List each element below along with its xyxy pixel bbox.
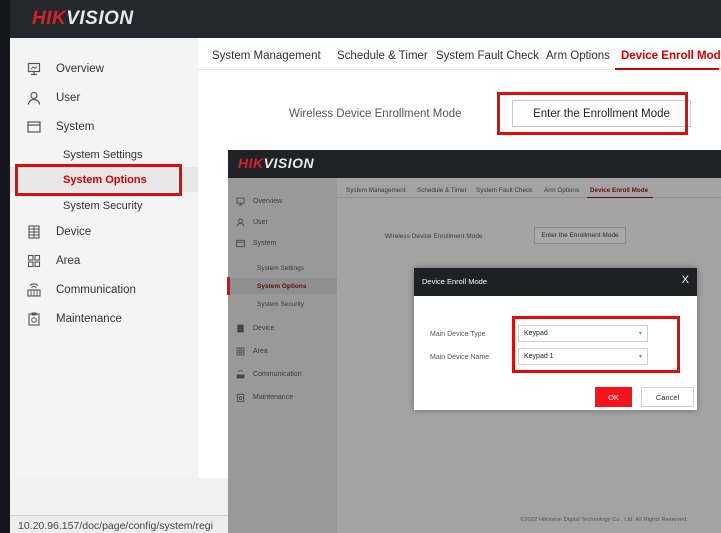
overlay-tab-system-management[interactable]: System Management [346, 187, 406, 194]
enrollment-mode-label: Wireless Device Enrollment Mode [289, 108, 462, 120]
sidebar-item-user[interactable]: User [10, 85, 198, 111]
monitor-icon [27, 62, 41, 76]
sidebar-item-label: System [253, 239, 277, 247]
device-grid-icon [27, 225, 41, 239]
overlay-enter-enrollment-mode-button[interactable]: Enter the Enrollment Mode [534, 227, 626, 244]
overlay-subitem-system-settings[interactable]: System Settings [228, 260, 337, 276]
sidebar-item-area[interactable]: Area [10, 248, 198, 274]
overlay-sidebar: Overview User System System Settings Sys… [228, 178, 337, 533]
dialog-title: Device Enroll Mode [422, 277, 488, 286]
sidebar-item-label: Device [253, 324, 275, 332]
sidebar-item-label: Area [253, 347, 268, 355]
overlay-tab-device-enroll-mode[interactable]: Device Enroll Mode [590, 187, 648, 194]
sidebar-item-label: Device [56, 226, 92, 238]
sidebar-item-label: User [56, 92, 81, 104]
main-device-type-select[interactable]: Keypad ▾ [518, 325, 648, 342]
network-icon [27, 283, 41, 297]
monitor-icon [236, 197, 245, 206]
sidebar-item-system[interactable]: System [10, 114, 198, 140]
sidebar-subitem-label: System Options [63, 173, 147, 186]
overlay-header: HIKVISION [228, 150, 721, 178]
tab-bar: System Management Schedule & Timer Syste… [198, 38, 721, 70]
sidebar-item-label: Communication [253, 370, 302, 378]
top-header: HIKVISION [10, 0, 721, 38]
chevron-down-icon: ▾ [638, 331, 642, 337]
overlay-sidebar-item-area[interactable]: Area [228, 342, 337, 360]
close-icon[interactable]: X [682, 274, 689, 286]
active-tab-underline [615, 68, 719, 70]
sidebar-subitem-system-security[interactable]: System Security [10, 193, 198, 218]
overlay-subitem-system-options[interactable]: System Options [228, 278, 337, 294]
sidebar-item-label: System [56, 121, 95, 133]
sidebar: Overview User System System Settings Sys… [10, 38, 198, 478]
tab-device-enroll-mode[interactable]: Device Enroll Mode [621, 50, 721, 62]
main-device-name-value: Keypad 1 [524, 353, 554, 360]
sidebar-item-device[interactable]: Device [10, 219, 198, 245]
sidebar-item-label: Communication [56, 284, 136, 296]
area-grid-icon [236, 347, 245, 356]
main-device-type-value: Keypad [524, 330, 548, 337]
window-icon [27, 120, 41, 134]
window-icon [236, 239, 245, 248]
overlay-tab-system-fault-check[interactable]: System Fault Check [476, 187, 532, 194]
sidebar-item-label: Maintenance [56, 313, 122, 325]
maintenance-icon [236, 393, 245, 402]
enter-enrollment-mode-button[interactable]: Enter the Enrollment Mode [512, 100, 691, 127]
overlay-screenshot: HIKVISION Overview User System System Se… [228, 150, 721, 533]
device-grid-icon [236, 324, 245, 333]
overlay-sidebar-item-maintenance[interactable]: Maintenance [228, 388, 337, 406]
sidebar-subitem-system-settings[interactable]: System Settings [10, 142, 198, 167]
tab-system-fault-check[interactable]: System Fault Check [436, 50, 539, 62]
overlay-tab-schedule-timer[interactable]: Schedule & Timer [417, 187, 467, 194]
sidebar-subitem-system-options[interactable]: System Options [10, 167, 198, 192]
sidebar-item-label: Overview [253, 197, 283, 205]
copyright-footer: ©2022 Hikvision Digital Technology Co., … [520, 517, 688, 523]
ok-button[interactable]: OK [595, 387, 632, 407]
overlay-subitem-system-security[interactable]: System Security [228, 296, 337, 312]
sidebar-subitem-label: System Settings [63, 148, 143, 161]
sidebar-subitem-label: System Security [257, 300, 304, 308]
tab-arm-options[interactable]: Arm Options [546, 50, 610, 62]
device-enroll-mode-dialog: Device Enroll Mode X Main Device Type Ke… [414, 268, 697, 410]
sidebar-item-label: User [253, 218, 268, 226]
sidebar-item-overview[interactable]: Overview [10, 56, 198, 82]
sidebar-subitem-label: System Settings [257, 264, 304, 272]
overlay-sidebar-item-device[interactable]: Device [228, 319, 337, 337]
sidebar-subitem-label: System Options [257, 282, 307, 290]
cancel-button[interactable]: Cancel [641, 387, 694, 407]
dialog-header: Device Enroll Mode X [414, 268, 697, 296]
tab-schedule-timer[interactable]: Schedule & Timer [337, 50, 428, 62]
overlay-sidebar-item-overview[interactable]: Overview [228, 192, 337, 210]
main-device-name-select[interactable]: Keypad 1 ▾ [518, 348, 648, 365]
overlay-sidebar-item-user[interactable]: User [228, 213, 337, 231]
overlay-sidebar-item-system[interactable]: System [228, 234, 337, 252]
tab-system-management[interactable]: System Management [212, 50, 321, 62]
sidebar-item-communication[interactable]: Communication [10, 277, 198, 303]
overlay-tab-bar: System Management Schedule & Timer Syste… [337, 178, 721, 198]
overlay-active-tab-underline [587, 197, 653, 198]
user-icon [236, 218, 245, 227]
sidebar-item-label: Overview [56, 63, 104, 75]
sidebar-item-maintenance[interactable]: Maintenance [10, 306, 198, 332]
overlay-enrollment-mode-label: Wireless Device Enrollment Mode [385, 233, 483, 240]
overlay-sidebar-item-communication[interactable]: Communication [228, 365, 337, 383]
network-icon [236, 369, 245, 379]
main-device-name-label: Main Device Name [430, 354, 490, 361]
hikvision-logo: HIKVISION [32, 8, 134, 29]
maintenance-icon [27, 312, 41, 326]
area-grid-icon [27, 254, 41, 268]
chevron-down-icon: ▾ [638, 354, 642, 360]
overlay-tab-arm-options[interactable]: Arm Options [544, 187, 579, 194]
hikvision-logo-small: HIKVISION [238, 155, 315, 171]
user-icon [27, 91, 41, 105]
sidebar-item-label: Area [56, 255, 81, 267]
main-device-type-label: Main Device Type [430, 331, 486, 338]
sidebar-item-label: Maintenance [253, 393, 294, 401]
sidebar-subitem-label: System Security [63, 199, 143, 212]
